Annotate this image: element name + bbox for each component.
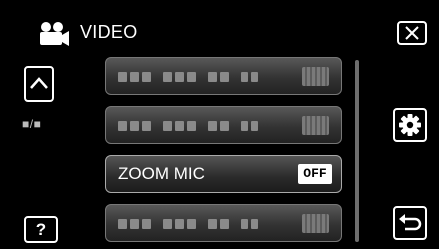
item-label-masked bbox=[118, 72, 258, 82]
settings-button[interactable] bbox=[393, 108, 427, 142]
item-value-masked bbox=[302, 116, 329, 135]
mode-toggle[interactable]: ■/■ bbox=[22, 117, 41, 131]
item-label-masked bbox=[118, 219, 258, 229]
gear-icon bbox=[399, 114, 421, 136]
help-label: ? bbox=[35, 220, 47, 239]
camera-menu-screen: VIDEO ■/■ ? ZOOM MIC OFF bbox=[0, 0, 439, 249]
menu-item-label: ZOOM MIC bbox=[118, 164, 205, 183]
return-icon bbox=[399, 214, 422, 231]
close-icon bbox=[405, 26, 419, 40]
close-button[interactable] bbox=[397, 21, 427, 45]
menu-item-zoom-mic[interactable]: ZOOM MIC OFF bbox=[105, 155, 342, 193]
menu-item[interactable] bbox=[105, 204, 342, 242]
scrollbar[interactable] bbox=[355, 60, 359, 242]
back-button[interactable] bbox=[393, 206, 427, 240]
help-button[interactable]: ? bbox=[24, 216, 58, 243]
page-title: VIDEO bbox=[80, 22, 138, 42]
video-camera-icon bbox=[40, 22, 69, 46]
chevron-up-icon bbox=[30, 77, 48, 89]
menu-item[interactable] bbox=[105, 57, 342, 95]
status-badge: OFF bbox=[298, 164, 332, 184]
scroll-up-button[interactable] bbox=[24, 66, 54, 102]
item-value-masked bbox=[302, 67, 329, 86]
menu-item[interactable] bbox=[105, 106, 342, 144]
item-value-masked bbox=[302, 214, 329, 233]
item-label-masked bbox=[118, 121, 258, 131]
